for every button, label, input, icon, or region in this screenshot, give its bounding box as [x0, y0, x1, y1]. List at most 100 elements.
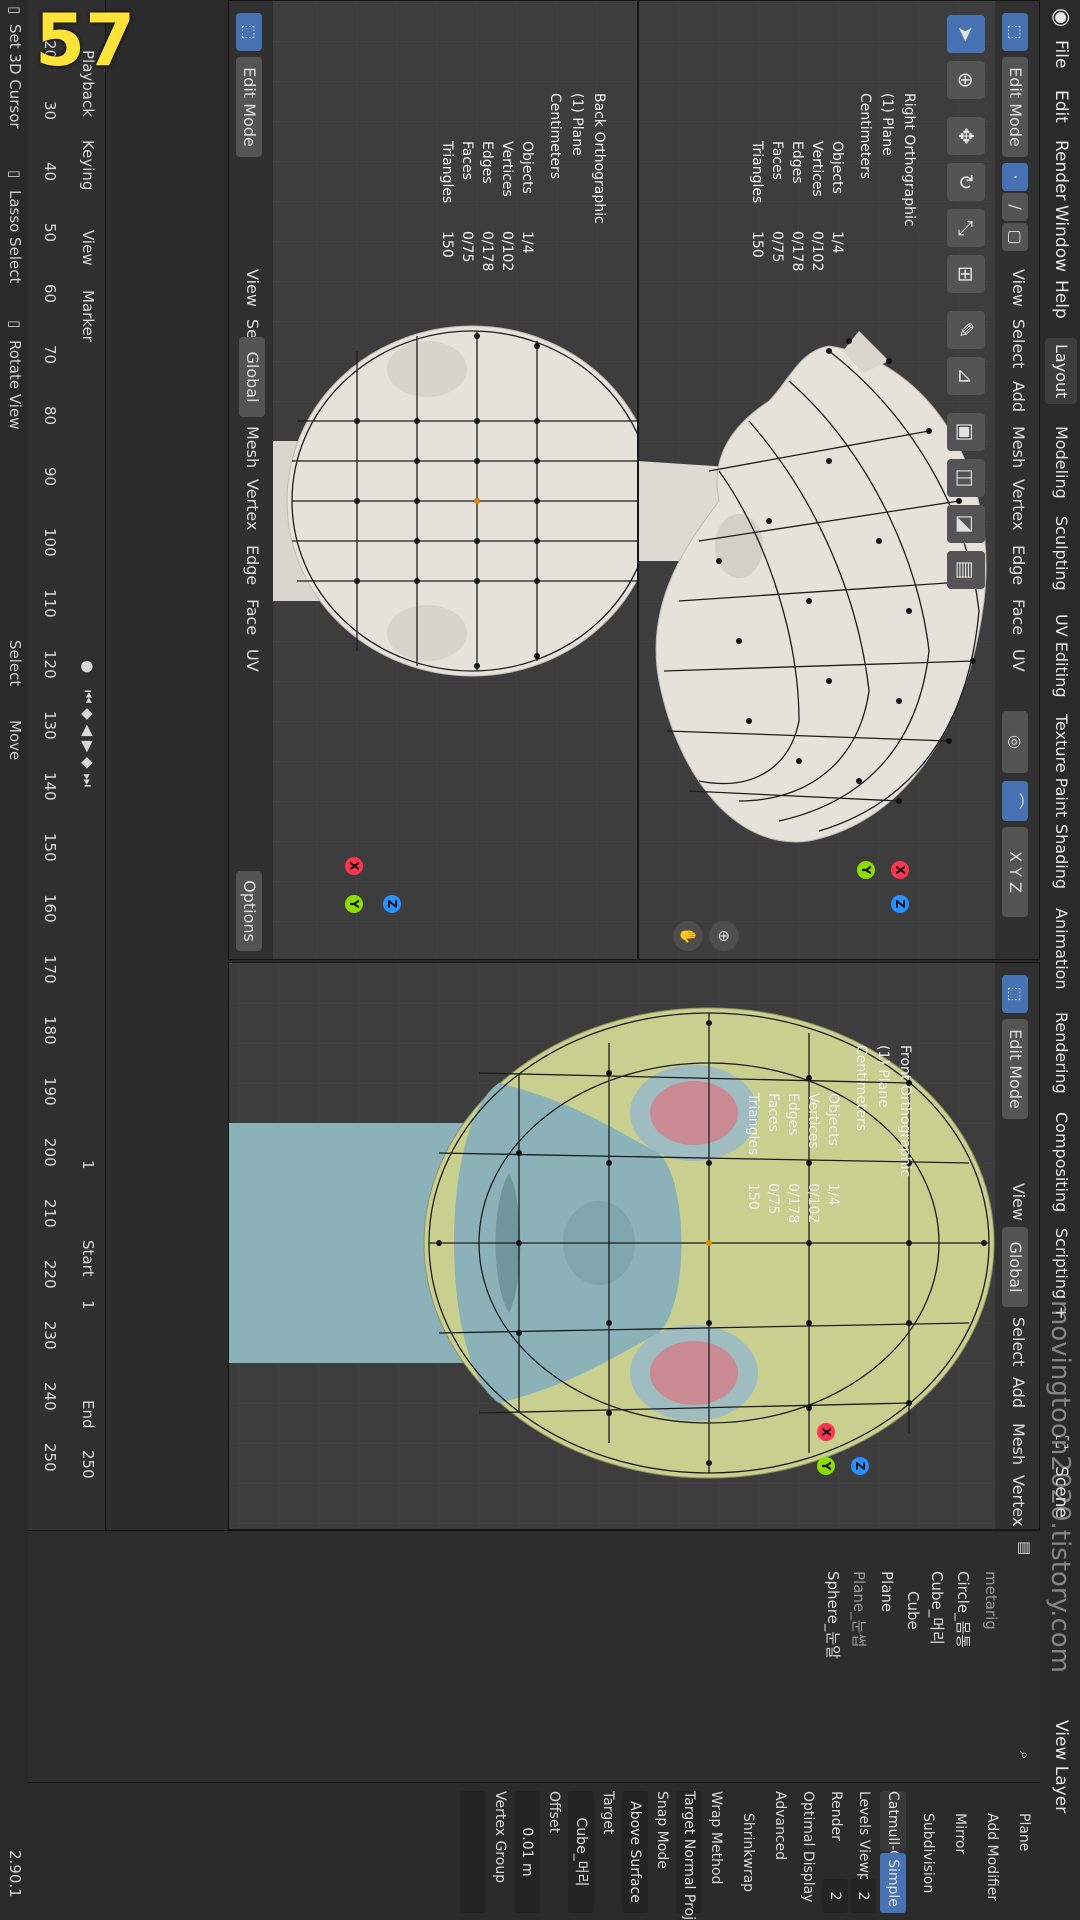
- search-icon[interactable]: ⌕: [1016, 1751, 1034, 1759]
- bevel-icon[interactable]: ◪: [947, 505, 985, 543]
- tab-compositing[interactable]: Compositing: [1045, 1106, 1077, 1218]
- menu-uv[interactable]: UV: [1009, 649, 1028, 672]
- menu-help[interactable]: Help: [1051, 280, 1071, 319]
- inset-icon[interactable]: ◫: [947, 459, 985, 497]
- move-icon[interactable]: ✥: [947, 117, 985, 155]
- simple-button[interactable]: Simple: [880, 1853, 906, 1913]
- face-select-icon[interactable]: ▢: [1002, 223, 1028, 251]
- menu-window[interactable]: Window: [1051, 205, 1071, 272]
- editor-type-icon[interactable]: ⬚: [236, 13, 262, 51]
- extrude-icon[interactable]: ▣: [947, 413, 985, 451]
- vertex-select-icon[interactable]: ·: [1002, 163, 1028, 191]
- tab-sculpting[interactable]: Sculpting: [1045, 510, 1077, 597]
- menu-edge[interactable]: Edge: [243, 545, 262, 585]
- catmull-clark-button[interactable]: Catmull-Clark: [880, 1791, 906, 1886]
- outliner[interactable]: ▤ ⌕ metarig Circle_몸통 Cube_머리 Cube Plane…: [28, 1530, 1040, 1782]
- target-field[interactable]: Cube_머리: [568, 1791, 594, 1913]
- tab-texture-paint[interactable]: Texture Paint: [1045, 708, 1077, 823]
- viewport-right[interactable]: ⬚ Edit Mode · / ▢ View Select Add Mesh V…: [638, 0, 1040, 960]
- tab-scripting[interactable]: Scripting: [1045, 1222, 1077, 1305]
- tab-uv-editing[interactable]: UV Editing: [1045, 608, 1077, 703]
- menu-add[interactable]: Add: [1009, 381, 1028, 412]
- y-axis-icon[interactable]: Y: [345, 895, 363, 913]
- proportional-icon[interactable]: ◎: [1002, 711, 1028, 773]
- zoom-icon[interactable]: ⊕: [709, 921, 739, 951]
- loopcut-icon[interactable]: ▤: [947, 551, 985, 589]
- wrap-dropdown[interactable]: Target Normal Project: [676, 1791, 702, 1920]
- scale-icon[interactable]: ⤡: [947, 209, 985, 247]
- mode-dropdown[interactable]: Edit Mode: [1002, 57, 1028, 157]
- mirror-axes[interactable]: X Y Z: [1002, 827, 1028, 917]
- marker-menu[interactable]: Marker: [79, 290, 97, 342]
- viewport-back[interactable]: ⬚ Edit Mode View Select Add Mesh Vertex …: [228, 0, 638, 960]
- nav-gizmo[interactable]: Z Y X: [327, 841, 417, 931]
- edge-select-icon[interactable]: /: [1002, 193, 1028, 221]
- record-icon[interactable]: ●: [79, 660, 97, 673]
- menu-view[interactable]: View: [243, 269, 262, 307]
- outliner-item[interactable]: Plane_눈썹: [849, 1571, 870, 1647]
- transform-orientation[interactable]: Global: [1002, 1227, 1028, 1307]
- measure-icon[interactable]: ⊿: [947, 357, 985, 395]
- menu-vertex[interactable]: Vertex: [1009, 1475, 1028, 1526]
- end-frame[interactable]: 250: [79, 1450, 97, 1479]
- outliner-item[interactable]: Plane: [878, 1571, 896, 1612]
- cursor-icon[interactable]: ⊕: [947, 61, 985, 99]
- snap-icon[interactable]: ⌒: [1002, 781, 1028, 821]
- options-dropdown[interactable]: Options: [236, 871, 262, 951]
- menu-select[interactable]: Select: [1009, 1317, 1028, 1366]
- menu-add[interactable]: Add: [1009, 1377, 1028, 1408]
- editor-type-icon[interactable]: ⬚: [1002, 975, 1028, 1013]
- rotate-icon[interactable]: ↻: [947, 163, 985, 201]
- optimal-display-checkbox[interactable]: Optimal Display: [800, 1791, 816, 1902]
- view-menu[interactable]: View: [79, 230, 97, 266]
- menu-edge[interactable]: Edge: [1009, 545, 1028, 585]
- menu-mesh[interactable]: Mesh: [243, 426, 262, 468]
- outliner-item[interactable]: metarig: [982, 1571, 1000, 1630]
- playback-controls[interactable]: ⏮ ◆ ◀ ▶ ◆ ⏭: [79, 690, 97, 787]
- y-axis-icon[interactable]: Y: [857, 861, 875, 879]
- keying-menu[interactable]: Keying: [79, 140, 97, 190]
- nav-gizmo[interactable]: Z Y X: [839, 841, 929, 931]
- transform-icon[interactable]: ⊞: [947, 255, 985, 293]
- modifier-mirror[interactable]: Mirror: [952, 1813, 968, 1854]
- blender-logo-icon[interactable]: ◉: [1049, 8, 1074, 27]
- editor-type-icon[interactable]: ⬚: [1002, 13, 1028, 51]
- tab-modeling[interactable]: Modeling: [1045, 420, 1077, 505]
- transform-orientation[interactable]: Global: [239, 337, 265, 417]
- menu-edit[interactable]: Edit: [1051, 90, 1071, 123]
- modifier-subdivision[interactable]: Subdivision: [920, 1813, 936, 1893]
- x-axis-icon[interactable]: X: [817, 1423, 835, 1441]
- tab-shading[interactable]: Shading: [1045, 818, 1077, 895]
- y-axis-icon[interactable]: Y: [817, 1457, 835, 1475]
- view-layer-name[interactable]: View Layer: [1051, 1720, 1071, 1813]
- viewport-front[interactable]: ⬚ Edit Mode View Global Select Add Mesh …: [228, 962, 1040, 1530]
- advanced-section[interactable]: Advanced: [772, 1791, 788, 1860]
- menu-file[interactable]: File: [1051, 40, 1071, 68]
- outliner-item[interactable]: Cube_머리: [927, 1571, 948, 1645]
- menu-face[interactable]: Face: [1009, 599, 1028, 635]
- start-frame[interactable]: 1: [79, 1300, 97, 1310]
- menu-vertex[interactable]: Vertex: [243, 479, 262, 530]
- render-field[interactable]: 2: [822, 1879, 848, 1913]
- nav-gizmo[interactable]: Z Y X: [799, 1403, 889, 1493]
- offset-field[interactable]: 0.01 m: [514, 1791, 540, 1913]
- menu-select[interactable]: Select: [1009, 319, 1028, 368]
- mode-dropdown[interactable]: Edit Mode: [236, 57, 262, 157]
- add-modifier-button[interactable]: Add Modifier: [984, 1813, 1000, 1901]
- mode-dropdown[interactable]: Edit Mode: [1002, 1019, 1028, 1119]
- x-axis-icon[interactable]: X: [891, 861, 909, 879]
- menu-uv[interactable]: UV: [243, 649, 262, 672]
- menu-mesh[interactable]: Mesh: [1009, 1423, 1028, 1465]
- menu-face[interactable]: Face: [243, 599, 262, 635]
- vertex-group-field[interactable]: [460, 1791, 486, 1913]
- levels-field[interactable]: 2: [850, 1879, 876, 1913]
- outliner-item[interactable]: Sphere_눈알: [823, 1571, 844, 1659]
- select-box-icon[interactable]: ➤: [947, 15, 985, 53]
- modifier-shrinkwrap[interactable]: Shrinkwrap: [740, 1813, 756, 1892]
- timeline[interactable]: Playback Keying View Marker ● ⏮ ◆ ◀ ▶ ◆ …: [28, 0, 106, 1530]
- menu-render[interactable]: Render: [1051, 140, 1071, 201]
- tab-rendering[interactable]: Rendering: [1045, 1006, 1077, 1100]
- tab-layout[interactable]: Layout: [1045, 338, 1077, 405]
- z-axis-icon[interactable]: Z: [851, 1457, 869, 1475]
- z-axis-icon[interactable]: Z: [383, 895, 401, 913]
